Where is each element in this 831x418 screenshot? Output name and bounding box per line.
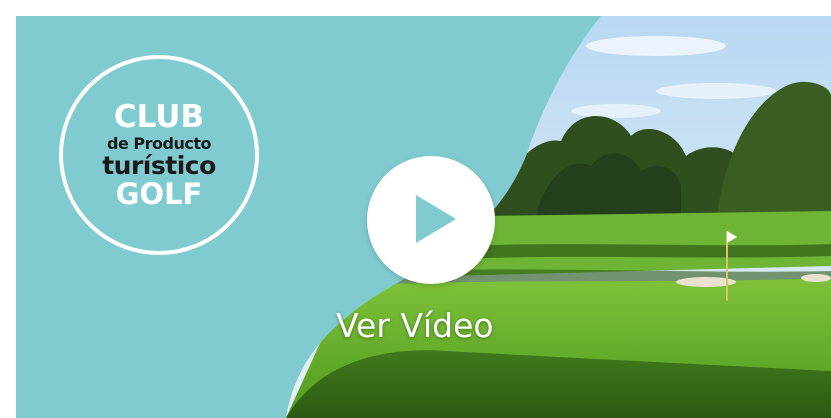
play-button[interactable] (367, 156, 495, 284)
logo-de-producto-text: de Producto (107, 133, 211, 153)
logo-turistico-text: turístico (102, 150, 216, 180)
play-icon (416, 195, 456, 243)
logo-club-text: CLUB (113, 98, 205, 135)
logo-golf-text: GOLF (115, 176, 203, 211)
video-thumbnail[interactable]: CLUB de Producto turístico GOLF Ver Víde… (16, 16, 831, 418)
ver-video-label[interactable]: Ver Vídeo (336, 306, 494, 345)
club-golf-logo: CLUB de Producto turístico GOLF (59, 55, 259, 255)
